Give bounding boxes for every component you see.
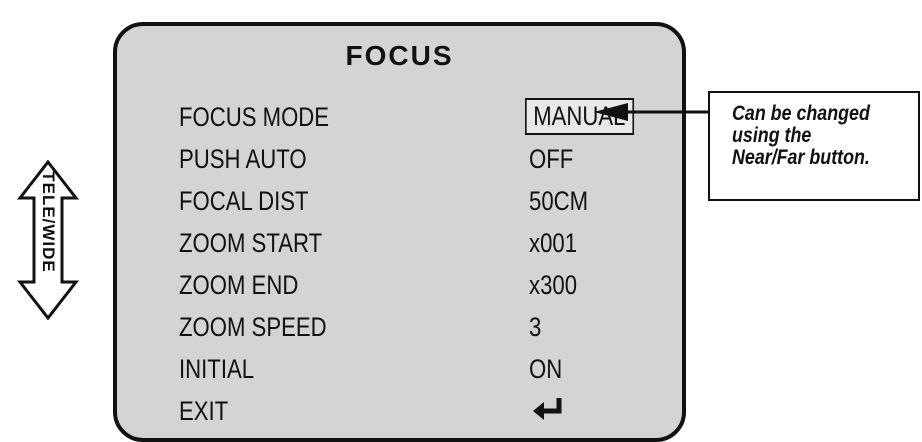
callout-box: Can be changed using the Near/Far button… <box>708 91 920 201</box>
pointer-arrow-icon <box>594 103 708 121</box>
callout-text: Can be changed using the Near/Far button… <box>732 102 870 169</box>
